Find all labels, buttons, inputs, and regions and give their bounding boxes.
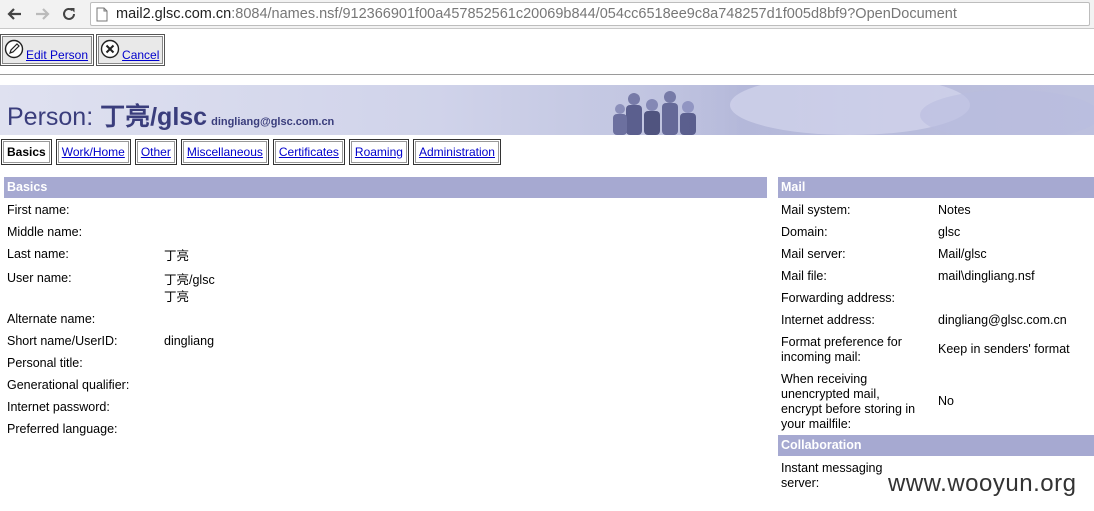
field-value: No: [938, 394, 954, 408]
url-path: :8084/names.nsf/912366901f00a457852561c2…: [231, 6, 957, 22]
field-format-preference: Format preference for incoming mail: Kee…: [781, 335, 1091, 365]
tab-certificates-link[interactable]: Certificates: [279, 145, 339, 159]
forward-arrow-icon[interactable]: [31, 3, 53, 25]
people-photo-icon: [590, 85, 1094, 135]
field-domain: Domain: glsc: [781, 225, 1091, 240]
field-label-line2: server:: [781, 476, 820, 490]
field-value: 丁亮/glsc: [164, 273, 215, 287]
field-generational-qualifier: Generational qualifier:: [7, 378, 747, 393]
field-label: Mail server:: [781, 247, 846, 261]
address-bar[interactable]: mail2.glsc.com.cn:8084/names.nsf/9123669…: [90, 2, 1090, 26]
field-short-name: Short name/UserID: dingliang: [7, 334, 747, 349]
tab-basics-label: Basics: [7, 145, 46, 159]
field-label: Personal title:: [7, 356, 83, 370]
field-forwarding-address: Forwarding address:: [781, 291, 1091, 306]
cancel-button[interactable]: Cancel: [96, 34, 166, 66]
field-value: glsc: [938, 225, 961, 239]
field-label-line2: unencrypted mail,: [781, 387, 880, 401]
field-label: Preferred language:: [7, 422, 118, 436]
field-mail-system: Mail system: Notes: [781, 203, 1091, 218]
edit-person-link[interactable]: Edit Person: [26, 48, 88, 62]
tab-other-link[interactable]: Other: [141, 145, 171, 159]
reload-icon[interactable]: [58, 3, 80, 25]
tab-certificates[interactable]: Certificates: [272, 139, 345, 165]
person-email: dingliang@glsc.com.cn: [211, 116, 335, 128]
field-encrypt-incoming: When receiving unencrypted mail, encrypt…: [781, 372, 1091, 432]
browser-toolbar: mail2.glsc.com.cn:8084/names.nsf/9123669…: [0, 0, 1094, 29]
field-label: Forwarding address:: [781, 291, 895, 305]
field-label: Alternate name:: [7, 312, 96, 326]
watermark: www.wooyun.org: [888, 470, 1077, 497]
page-icon: [96, 7, 108, 25]
field-label-line4: your mailfile:: [781, 417, 852, 431]
person-banner: Person: 丁亮/glsc dingliang@glsc.com.cn: [0, 85, 1094, 135]
field-value: Keep in senders' format: [938, 342, 1070, 356]
person-name: 丁亮/glsc: [100, 103, 208, 131]
field-label: Internet password:: [7, 400, 110, 414]
edit-pencil-icon: [4, 39, 24, 62]
cancel-link[interactable]: Cancel: [122, 48, 159, 62]
divider: [0, 74, 1094, 75]
back-arrow-icon[interactable]: [4, 3, 26, 25]
collaboration-section-header: Collaboration: [778, 435, 1094, 456]
field-value: dingliang@glsc.com.cn: [938, 313, 1067, 327]
field-internet-password: Internet password:: [7, 400, 747, 415]
field-label: Internet address:: [781, 313, 875, 327]
basics-section-header: Basics: [4, 177, 767, 198]
tab-roaming-link[interactable]: Roaming: [355, 145, 403, 159]
tab-basics[interactable]: Basics: [1, 139, 52, 165]
field-last-name: Last name: 丁亮: [7, 247, 747, 264]
url-host: mail2.glsc.com.cn: [116, 6, 232, 22]
tab-administration[interactable]: Administration: [412, 139, 501, 165]
mail-section-header: Mail: [778, 177, 1094, 198]
field-label-line3: encrypt before storing in: [781, 402, 916, 416]
field-mail-file: Mail file: mail\dingliang.nsf: [781, 269, 1091, 284]
field-first-name: First name:: [7, 203, 747, 218]
field-preferred-language: Preferred language:: [7, 422, 747, 437]
field-middle-name: Middle name:: [7, 225, 747, 240]
field-value-secondary: 丁亮: [164, 290, 190, 304]
tab-work-home[interactable]: Work/Home: [55, 139, 131, 165]
url-text: mail2.glsc.com.cn:8084/names.nsf/9123669…: [116, 6, 957, 22]
field-value: Mail/glsc: [938, 247, 987, 261]
tab-miscellaneous-link[interactable]: Miscellaneous: [187, 145, 263, 159]
field-label: When receiving: [781, 372, 868, 386]
field-label: First name:: [7, 203, 70, 217]
field-label: User name:: [7, 271, 72, 285]
tab-work-home-link[interactable]: Work/Home: [62, 145, 125, 159]
field-value: 丁亮: [164, 249, 190, 263]
title-prefix: Person:: [7, 103, 101, 131]
field-label: Instant messaging: [781, 461, 883, 475]
field-label: Mail system:: [781, 203, 851, 217]
field-value: mail\dingliang.nsf: [938, 269, 1035, 283]
tab-administration-link[interactable]: Administration: [419, 145, 495, 159]
tab-roaming[interactable]: Roaming: [348, 139, 409, 165]
field-label: Format preference for: [781, 335, 902, 349]
field-label-line2: incoming mail:: [781, 350, 861, 364]
edit-person-button[interactable]: Edit Person: [0, 34, 95, 66]
page-title: Person: 丁亮/glsc dingliang@glsc.com.cn: [7, 97, 334, 133]
field-label: Generational qualifier:: [7, 378, 130, 392]
field-label: Domain:: [781, 225, 828, 239]
field-value: Notes: [938, 203, 971, 217]
tab-other[interactable]: Other: [134, 139, 177, 165]
cancel-x-icon: [100, 39, 120, 62]
field-mail-server: Mail server: Mail/glsc: [781, 247, 1091, 262]
field-personal-title: Personal title:: [7, 356, 747, 371]
field-label: Short name/UserID:: [7, 334, 118, 348]
field-label: Middle name:: [7, 225, 83, 239]
field-label: Last name:: [7, 247, 69, 261]
action-bar: Edit Person Cancel: [0, 34, 167, 66]
field-value: dingliang: [164, 334, 215, 348]
tab-bar: Basics Work/Home Other Miscellaneous Cer…: [1, 139, 505, 165]
field-alternate-name: Alternate name:: [7, 312, 747, 327]
field-user-name: User name: 丁亮/glsc 丁亮: [7, 271, 747, 305]
tab-miscellaneous[interactable]: Miscellaneous: [180, 139, 269, 165]
field-label: Mail file:: [781, 269, 827, 283]
field-internet-address: Internet address: dingliang@glsc.com.cn: [781, 313, 1091, 328]
